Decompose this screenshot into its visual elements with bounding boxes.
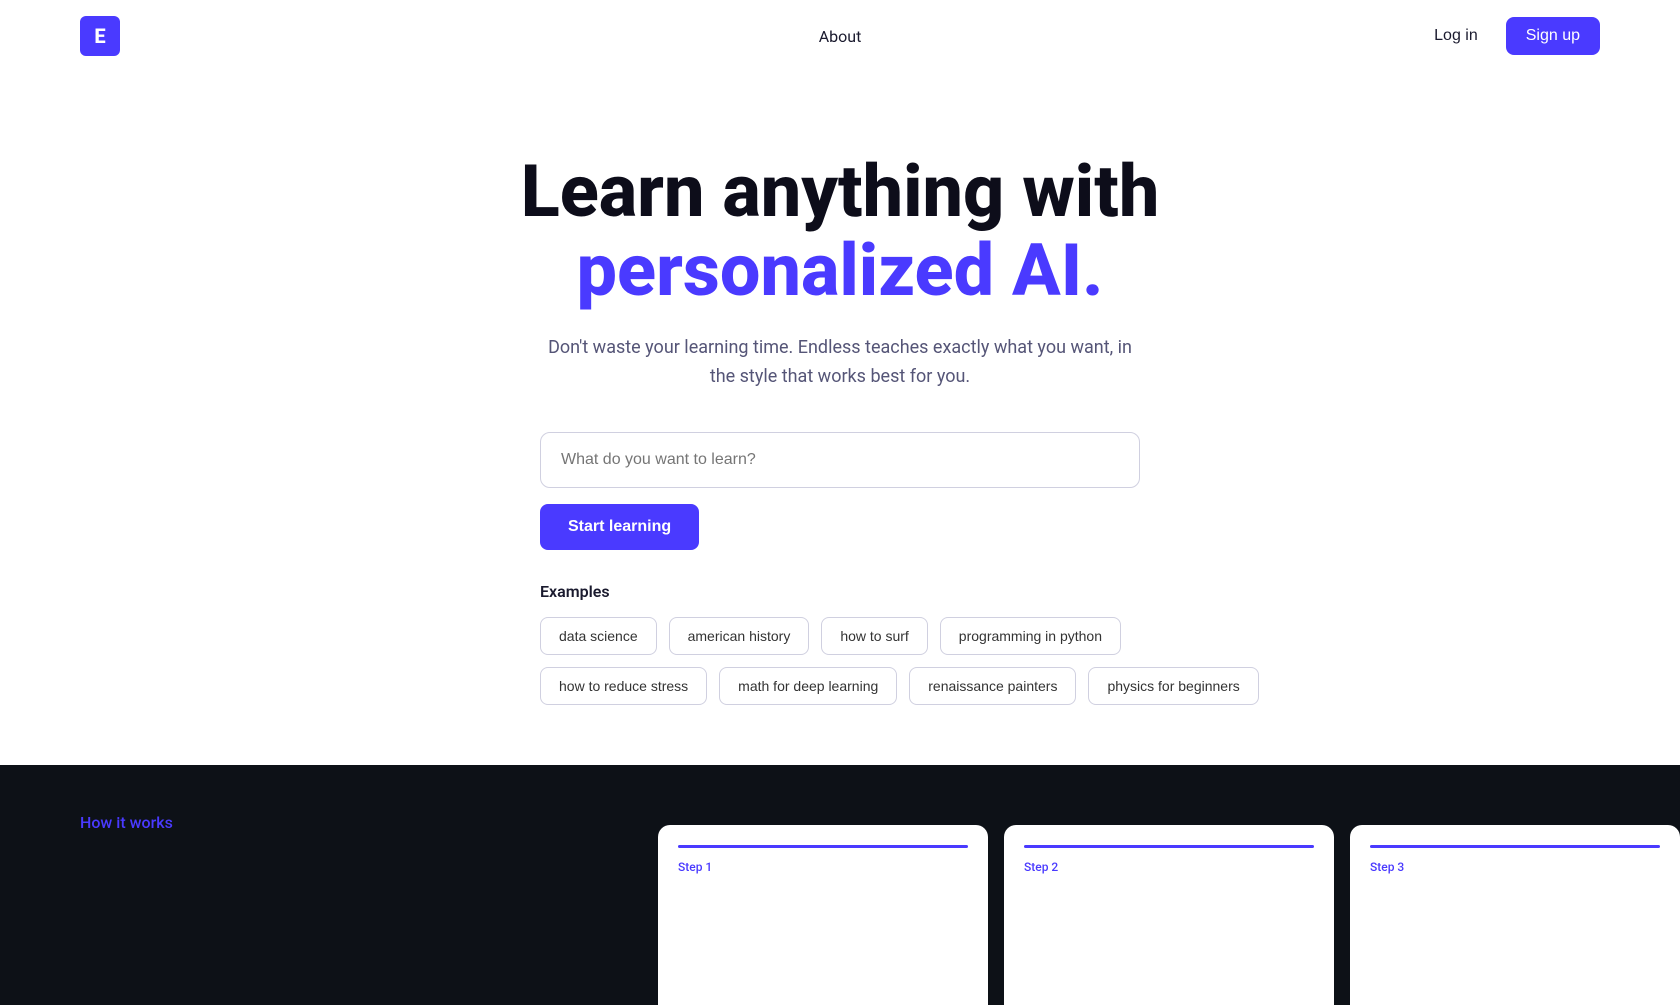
- example-chip-data-science[interactable]: data science: [540, 617, 657, 655]
- steps-preview: Step 1 Step 2 Step 3: [658, 825, 1680, 1005]
- step1-line: [678, 845, 968, 848]
- step2-label: Step 2: [1024, 860, 1314, 874]
- example-chip-programming-python[interactable]: programming in python: [940, 617, 1121, 655]
- search-input[interactable]: [540, 432, 1140, 488]
- example-chip-renaissance-painters[interactable]: renaissance painters: [909, 667, 1076, 705]
- examples-label: Examples: [540, 582, 1140, 601]
- step-card-2: Step 2: [1004, 825, 1334, 1005]
- examples-row-1: data science american history how to sur…: [540, 617, 1140, 655]
- about-link[interactable]: About: [819, 27, 862, 46]
- hero-section: Learn anything with personalized AI. Don…: [0, 72, 1680, 765]
- how-it-works-label: How it works: [80, 813, 173, 832]
- example-chip-physics-beginners[interactable]: physics for beginners: [1088, 667, 1258, 705]
- examples-section: Examples data science american history h…: [540, 582, 1140, 705]
- example-chip-american-history[interactable]: american history: [669, 617, 810, 655]
- examples-row-2: how to reduce stress math for deep learn…: [540, 667, 1140, 705]
- step-card-1: Step 1: [658, 825, 988, 1005]
- logo[interactable]: E: [80, 16, 120, 56]
- step2-line: [1024, 845, 1314, 848]
- step3-line: [1370, 845, 1660, 848]
- step1-label: Step 1: [678, 860, 968, 874]
- step-card-3: Step 3: [1350, 825, 1680, 1005]
- example-chip-how-to-surf[interactable]: how to surf: [821, 617, 927, 655]
- logo-letter: E: [94, 24, 105, 48]
- hero-subtitle: Don't waste your learning time. Endless …: [540, 334, 1140, 392]
- search-container: Start learning: [540, 432, 1140, 550]
- nav-center: About: [819, 27, 862, 46]
- hero-title: Learn anything with personalized AI.: [521, 152, 1160, 310]
- nav-right: Log in Sign up: [1422, 17, 1600, 55]
- bottom-section: How it works Step 1 Step 2 Step 3: [0, 765, 1680, 1005]
- examples-grid: data science american history how to sur…: [540, 617, 1140, 705]
- signup-button[interactable]: Sign up: [1506, 17, 1600, 55]
- start-learning-button[interactable]: Start learning: [540, 504, 699, 550]
- step3-label: Step 3: [1370, 860, 1660, 874]
- hero-title-line1: Learn anything with: [521, 149, 1160, 234]
- example-chip-math-deep-learning[interactable]: math for deep learning: [719, 667, 897, 705]
- hero-title-line2: personalized AI.: [577, 228, 1104, 313]
- example-chip-reduce-stress[interactable]: how to reduce stress: [540, 667, 707, 705]
- navbar: E About Log in Sign up: [0, 0, 1680, 72]
- login-button[interactable]: Log in: [1422, 19, 1490, 53]
